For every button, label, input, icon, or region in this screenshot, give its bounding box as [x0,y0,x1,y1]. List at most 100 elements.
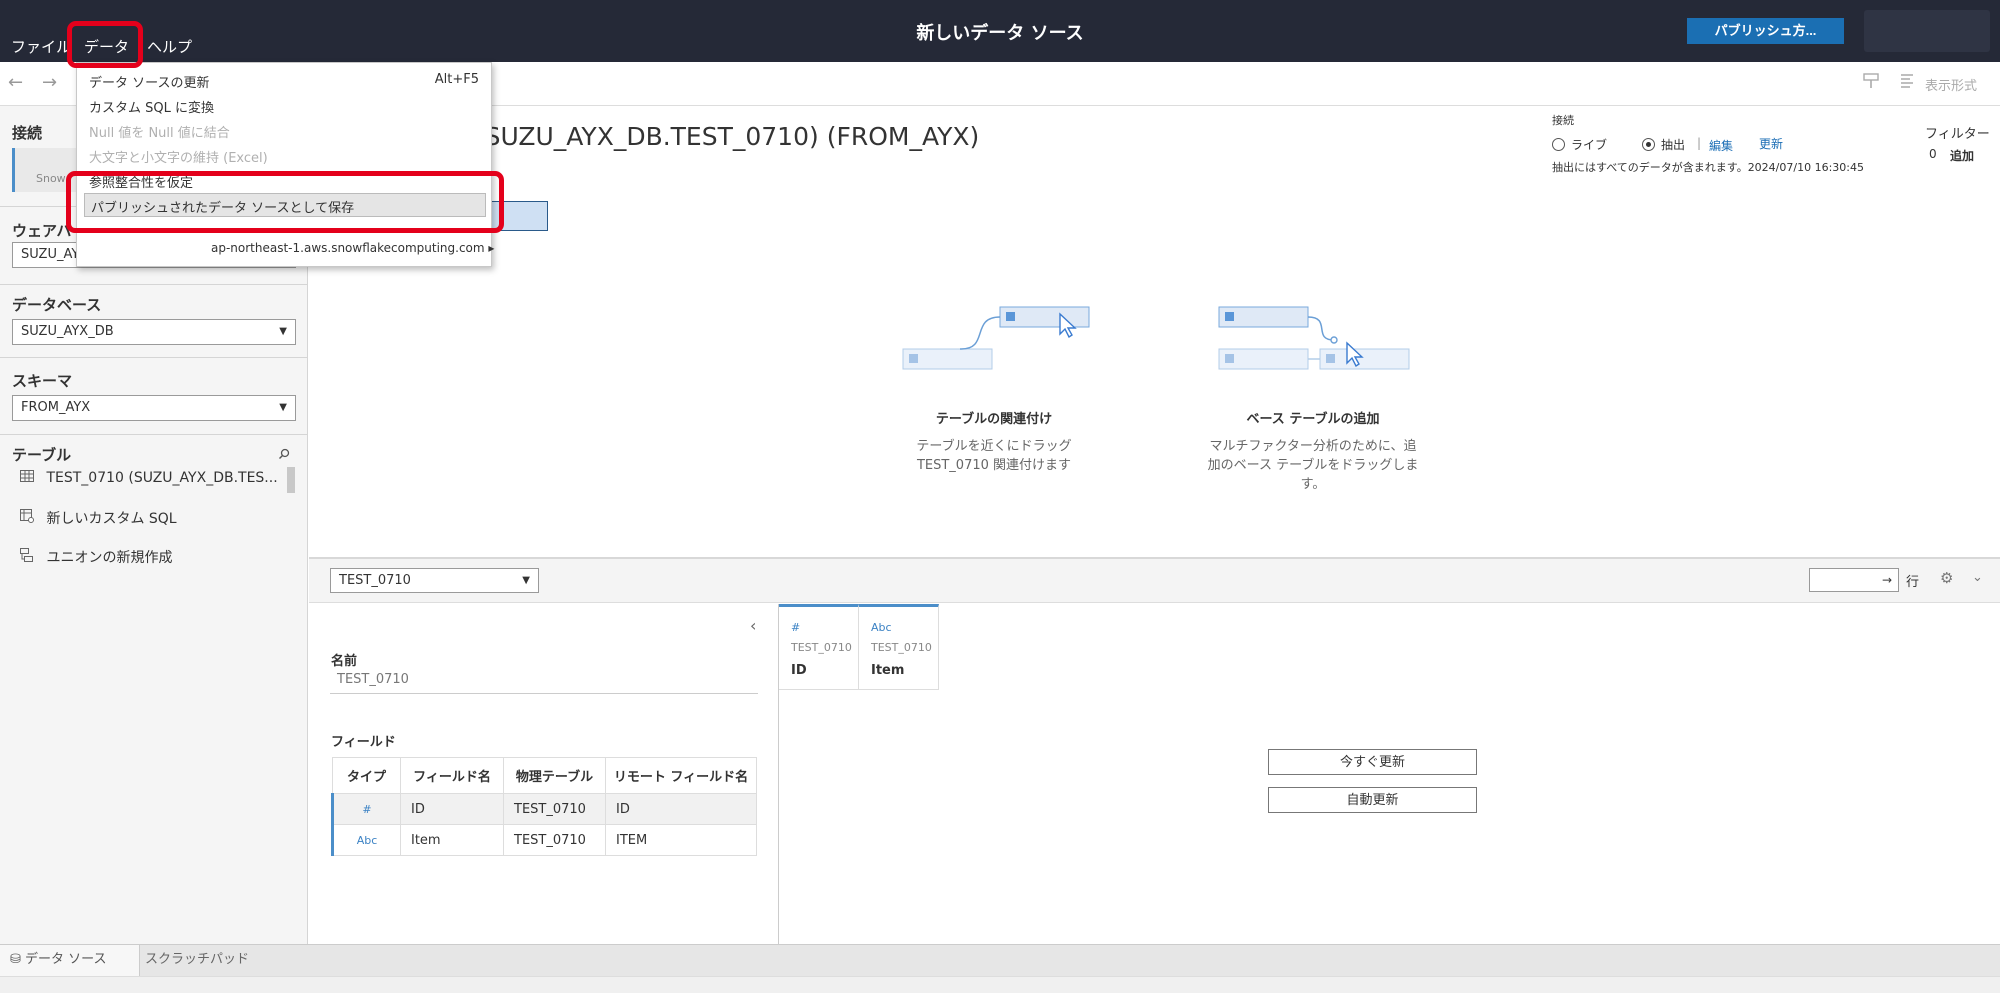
add-base-table-desc-line: す。 [1300,477,1326,492]
field-name-cell[interactable]: Item [400,824,504,856]
table-row[interactable]: # ID TEST_0710 ID [331,793,757,825]
scrollbar[interactable] [287,467,295,493]
back-arrow-icon[interactable]: ← [8,72,23,93]
table-row[interactable]: Abc Item TEST_0710 ITEM [331,824,757,856]
data-grid-column-item[interactable]: Abc TEST_0710 Item [859,604,939,690]
connection-title: 接続 [12,124,43,142]
menu-item-server-label: ap-northeast-1.aws.snowflakecomputing.co… [211,241,485,255]
collapse-panel-icon[interactable]: ‹ [750,616,756,635]
divider [0,284,308,285]
annotation-highlight-save-published [66,171,504,233]
column-header-type[interactable]: タイプ [332,757,401,794]
format-icon[interactable] [1898,72,1916,95]
schema-title: スキーマ [12,372,73,390]
gear-icon[interactable]: ⚙ [1940,569,1953,587]
field-name-cell[interactable]: ID [400,793,504,825]
new-custom-sql[interactable]: 新しいカスタム SQL [20,508,177,528]
column-name: Item [871,663,905,678]
data-grid-column-id[interactable]: # TEST_0710 ID [779,604,859,690]
menu-item-server[interactable]: ap-northeast-1.aws.snowflakecomputing.co… [211,241,494,255]
chevron-down-icon[interactable]: ⌄ [1972,570,1983,585]
name-value[interactable]: TEST_0710 [337,672,409,687]
physical-table-cell: TEST_0710 [503,793,606,825]
datasource-icon: ⛁ [10,952,26,967]
column-header-field-name[interactable]: フィールド名 [400,757,504,794]
filter-add[interactable]: 追加 [1950,147,1974,164]
publish-button[interactable]: パブリッシュ方... [1687,18,1844,44]
connection-sub: Snow [36,172,66,185]
column-header-remote-field[interactable]: リモート フィールド名 [605,757,757,794]
extract-option[interactable]: 抽出 [1642,136,1685,153]
auto-update-button[interactable]: 自動更新 [1268,787,1477,813]
format-label[interactable]: 表示形式 [1925,75,1977,94]
column-header-physical-table[interactable]: 物理テーブル [503,757,606,794]
filter-label: フィルター [1925,127,1990,142]
chevron-down-icon: ▼ [522,575,530,586]
string-type-icon[interactable]: Abc [331,824,401,856]
remote-field-cell: ID [605,793,757,825]
menu-item-null-join: Null 値を Null 値に結合 [89,126,230,141]
table-title: テーブル [12,446,72,464]
edit-link[interactable]: 編集 [1709,137,1733,154]
separator: | [1697,136,1702,150]
menu-item-refresh[interactable]: データ ソースの更新 [89,72,209,91]
add-base-table-illustration [1218,306,1410,370]
menu-item-refresh-shortcut: Alt+F5 [434,72,479,87]
menu-item-custom-sql[interactable]: カスタム SQL に変換 [89,97,214,116]
add-base-table-desc-line: マルチファクター分析のために、追 [1209,439,1417,454]
number-type-icon[interactable]: # [791,621,800,634]
string-type-icon[interactable]: Abc [871,621,892,634]
search-icon[interactable] [278,448,290,463]
column-source: TEST_0710 [791,641,852,654]
live-label: ライブ [1571,138,1608,152]
live-radio[interactable] [1552,138,1565,151]
name-label: 名前 [331,654,358,669]
custom-sql-icon [20,509,38,527]
top-bar: ファイル データ ヘルプ 新しいデータ ソース パブリッシュ方... [0,0,2000,62]
divider [0,357,308,358]
column-name: ID [791,663,807,678]
paint-icon[interactable] [1862,72,1882,95]
schema-value: FROM_AYX [21,400,91,415]
schema-select[interactable]: FROM_AYX ▼ [12,395,296,421]
chevron-down-icon: ▼ [279,326,287,337]
relate-tables-desc: テーブルを近くにドラッグ TEST_0710 関連付けます [894,437,1094,475]
tab-datasource-label: データ ソース [25,952,107,967]
datasource-title[interactable]: 0 (SUZU_AYX_DB.TEST_0710) (FROM_AYX) [451,122,979,151]
chevron-right-icon: ▸ [484,241,495,255]
extract-label: 抽出 [1661,138,1686,152]
tab-datasource[interactable]: ⛁ データ ソース [0,945,140,977]
warehouse-value: SUZU_AY [21,247,80,262]
live-option[interactable]: ライブ [1552,136,1607,153]
relate-tables-desc-line: テーブルを近くにドラッグ [916,439,1072,454]
relate-tables-desc-line: TEST_0710 関連付けます [916,458,1072,473]
user-account[interactable] [1864,10,1990,52]
new-union[interactable]: ユニオンの新規作成 [20,547,172,567]
table-select-value: TEST_0710 [339,573,411,588]
divider [0,434,308,435]
relate-tables-title: テーブルの関連付け [935,412,1053,427]
table-item-test0710[interactable]: TEST_0710 (SUZU_AYX_DB.TES... [20,470,278,486]
table-select[interactable]: TEST_0710 ▼ [330,568,539,593]
custom-sql-label: 新しいカスタム SQL [46,511,177,527]
warehouse-title: ウェアハ [12,222,72,240]
number-type-icon[interactable]: # [331,793,401,825]
extract-radio[interactable] [1642,138,1655,151]
add-base-table-desc-line: 加のベース テーブルをドラッグしま [1207,458,1419,473]
tab-scratchpad-label: スクラッチパッド [145,952,250,967]
rows-input[interactable]: → [1809,568,1899,592]
relate-tables-illustration [902,306,1090,370]
refresh-link[interactable]: 更新 [1759,135,1783,152]
chevron-down-icon: ▼ [279,402,287,413]
name-underline [330,693,758,694]
lower-toolbar [309,559,2000,603]
add-base-table-title: ベース テーブルの追加 [1246,412,1380,427]
database-value: SUZU_AYX_DB [21,324,114,339]
tab-scratchpad[interactable]: スクラッチパッド [135,945,249,977]
data-menu-dropdown: データ ソースの更新 Alt+F5 カスタム SQL に変換 Null 値を N… [76,62,494,267]
forward-arrow-icon[interactable]: → [42,72,57,93]
database-select[interactable]: SUZU_AYX_DB ▼ [12,319,296,345]
connection-label: 接続 [1552,114,1574,127]
update-now-button[interactable]: 今すぐ更新 [1268,749,1477,775]
table-icon [20,470,38,486]
